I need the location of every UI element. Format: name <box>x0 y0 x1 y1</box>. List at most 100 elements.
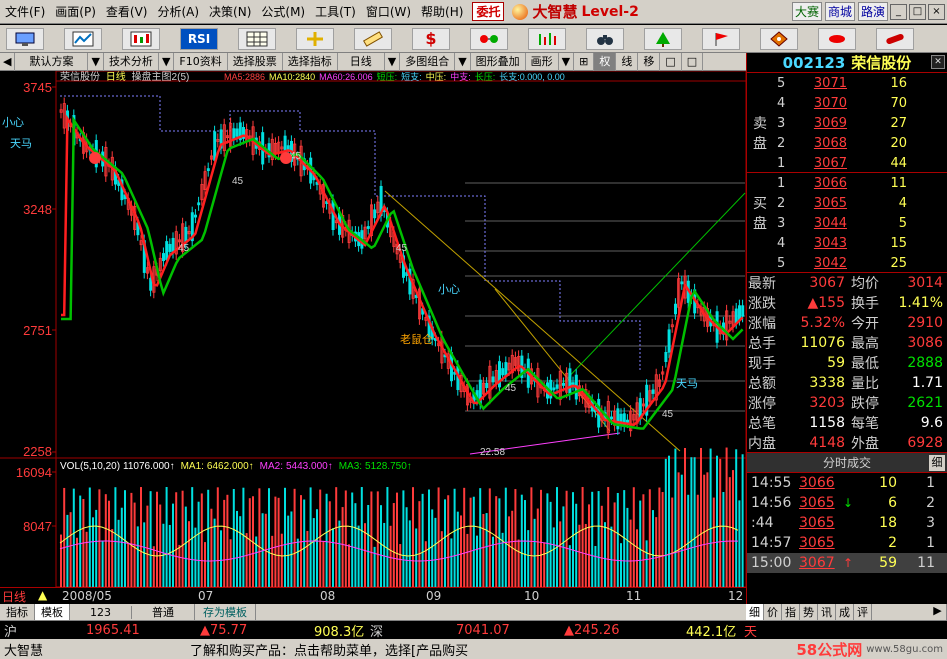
menu-window[interactable]: 窗口(W) <box>361 3 416 20</box>
trade-row[interactable]: 14:55 3066 10 1 <box>747 473 947 493</box>
tree-icon[interactable] <box>644 27 682 50</box>
bars-icon[interactable] <box>528 27 566 50</box>
multi-chart-button[interactable]: 多图组合 <box>400 52 456 71</box>
quote-tab[interactable]: 指 <box>782 604 800 620</box>
menu-file[interactable]: 文件(F) <box>0 3 50 20</box>
rights-button[interactable]: 权 <box>594 52 617 71</box>
order-book-row[interactable]: 3 3044 5 <box>777 213 945 233</box>
dollar-icon[interactable]: $ <box>412 27 450 50</box>
stat-key: 每笔 <box>851 416 879 432</box>
menu-formula[interactable]: 公式(M) <box>256 3 310 20</box>
trade-row[interactable]: 14:57 3065 2 1 <box>747 533 947 553</box>
close-panel-icon[interactable]: ✕ <box>931 55 945 69</box>
quote-tab[interactable]: 价 <box>764 604 782 620</box>
window-restore-icon[interactable]: □ <box>660 52 682 71</box>
quote-tab[interactable]: 成 <box>836 604 854 620</box>
quote-tabs: 细价指势讯成评 ▶ <box>746 604 947 620</box>
menu-view[interactable]: 查看(V) <box>101 3 153 20</box>
glasses-icon[interactable] <box>470 27 508 50</box>
mall-button[interactable]: 商城 <box>824 2 855 21</box>
tab-123[interactable]: 123 <box>70 605 132 619</box>
crosshair-icon[interactable] <box>296 27 334 50</box>
diamond-icon[interactable] <box>760 27 798 50</box>
volume-bar <box>114 487 117 587</box>
trade-row[interactable]: 15:00 3067 ↑ 59 11 <box>747 553 947 573</box>
period-select[interactable]: 日线 <box>338 52 385 71</box>
close-button[interactable]: × <box>928 3 945 20</box>
volume-bar <box>117 519 120 587</box>
select-indicator-button[interactable]: 选择指标 <box>283 52 338 71</box>
trade-qty: 59 <box>879 555 897 571</box>
overlay-button[interactable]: 图形叠加 <box>471 52 526 71</box>
volume-bar <box>287 515 290 587</box>
order-book-row[interactable]: 1 3066 11 <box>777 173 945 193</box>
grid-icon[interactable] <box>238 27 276 50</box>
volume-bar <box>552 527 555 587</box>
multi-dropdown-icon[interactable]: ▼ <box>455 52 471 71</box>
quote-tab[interactable]: 讯 <box>818 604 836 620</box>
trade-row[interactable]: :44 3065 18 3 <box>747 513 947 533</box>
binoculars-icon[interactable] <box>586 27 624 50</box>
draw-dropdown-icon[interactable]: ▼ <box>559 52 575 71</box>
minimize-button[interactable]: _ <box>890 3 907 20</box>
sh-change: ▲75.77 <box>200 622 248 638</box>
contest-button[interactable]: 大赛 <box>791 2 822 21</box>
rsi-icon[interactable]: RSI <box>180 27 218 50</box>
menu-tools[interactable]: 工具(T) <box>310 3 361 20</box>
roadshow-button[interactable]: 路演 <box>857 2 888 21</box>
tab-indicator[interactable]: 指标 <box>0 604 35 620</box>
chart-icon[interactable] <box>64 27 102 50</box>
kline-icon[interactable] <box>122 27 160 50</box>
message-status-bar: 大智慧 了解和购买产品：点击帮助菜单，选择[产品购买 58公式网 www.58g… <box>0 639 947 659</box>
menu-help[interactable]: 帮助(H) <box>416 3 468 20</box>
order-book-row[interactable]: 4 3070 70 <box>777 93 945 113</box>
order-book-row[interactable]: 2 3068 20 <box>777 133 945 153</box>
tab-normal[interactable]: 普通 <box>132 604 195 620</box>
quote-tab[interactable]: 细 <box>746 604 764 620</box>
kline-chart-area[interactable]: 3745 3248 2751 2258 16094 8047 荣信股份 日线 操… <box>0 70 747 588</box>
order-book-row[interactable]: 2 3065 4 <box>777 193 945 213</box>
volume-bar <box>239 516 242 587</box>
prev-arrow-icon[interactable]: ◀ <box>0 52 16 71</box>
window-max-icon[interactable]: □ <box>682 52 704 71</box>
monitor-icon[interactable] <box>6 27 44 50</box>
trade-row[interactable]: 14:56 3065 ↓ 6 2 <box>747 493 947 513</box>
tab-save-template[interactable]: 存为模板 <box>195 604 256 620</box>
order-book-row[interactable]: 5 3042 25 <box>777 253 945 273</box>
tech-dropdown-icon[interactable]: ▼ <box>159 52 175 71</box>
menu-decision[interactable]: 决策(N) <box>204 3 256 20</box>
lips-icon[interactable] <box>818 27 856 50</box>
volume-bar <box>719 458 722 587</box>
tab-template[interactable]: 模板 <box>35 604 70 620</box>
layout-grid-icon[interactable]: ⊞ <box>574 52 595 71</box>
line-button[interactable]: 线 <box>616 52 639 71</box>
flag-icon[interactable] <box>702 27 740 50</box>
f10-button[interactable]: F10资料 <box>174 52 228 71</box>
entrust-button[interactable]: 委托 <box>472 2 505 21</box>
trades-detail-button[interactable]: 细 <box>929 455 945 471</box>
book-price: 3069 <box>813 115 847 131</box>
pill-icon[interactable] <box>876 27 914 50</box>
volume-bar <box>524 500 526 587</box>
order-book-row[interactable]: 5 3071 16 <box>777 73 945 93</box>
scheme-select[interactable]: 默认方案 <box>15 52 89 71</box>
draw-shape-button[interactable]: 画形 <box>526 52 559 71</box>
quote-tab[interactable]: 评 <box>854 604 872 620</box>
quote-tab[interactable]: 势 <box>800 604 818 620</box>
period-dropdown-icon[interactable]: ▼ <box>385 52 401 71</box>
stat-key: 最低 <box>851 356 879 372</box>
quote-tab[interactable]: ▶ <box>929 604 947 620</box>
select-stock-button[interactable]: 选择股票 <box>228 52 283 71</box>
order-book-row[interactable]: 1 3067 44 <box>777 153 945 173</box>
maximize-button[interactable]: □ <box>909 3 926 20</box>
order-book-row[interactable]: 3 3069 27 <box>777 113 945 133</box>
menu-analysis[interactable]: 分析(A) <box>152 3 204 20</box>
candle-body <box>667 329 671 353</box>
scheme-dropdown-icon[interactable]: ▼ <box>88 52 104 71</box>
move-button[interactable]: 移 <box>638 52 661 71</box>
status-message[interactable]: 了解和购买产品：点击帮助菜单，选择[产品购买 <box>190 640 796 659</box>
ruler-icon[interactable] <box>354 27 392 50</box>
order-book-row[interactable]: 4 3043 15 <box>777 233 945 253</box>
tech-analysis-button[interactable]: 技术分析 <box>104 52 159 71</box>
menu-view-screen[interactable]: 画面(P) <box>50 3 101 20</box>
